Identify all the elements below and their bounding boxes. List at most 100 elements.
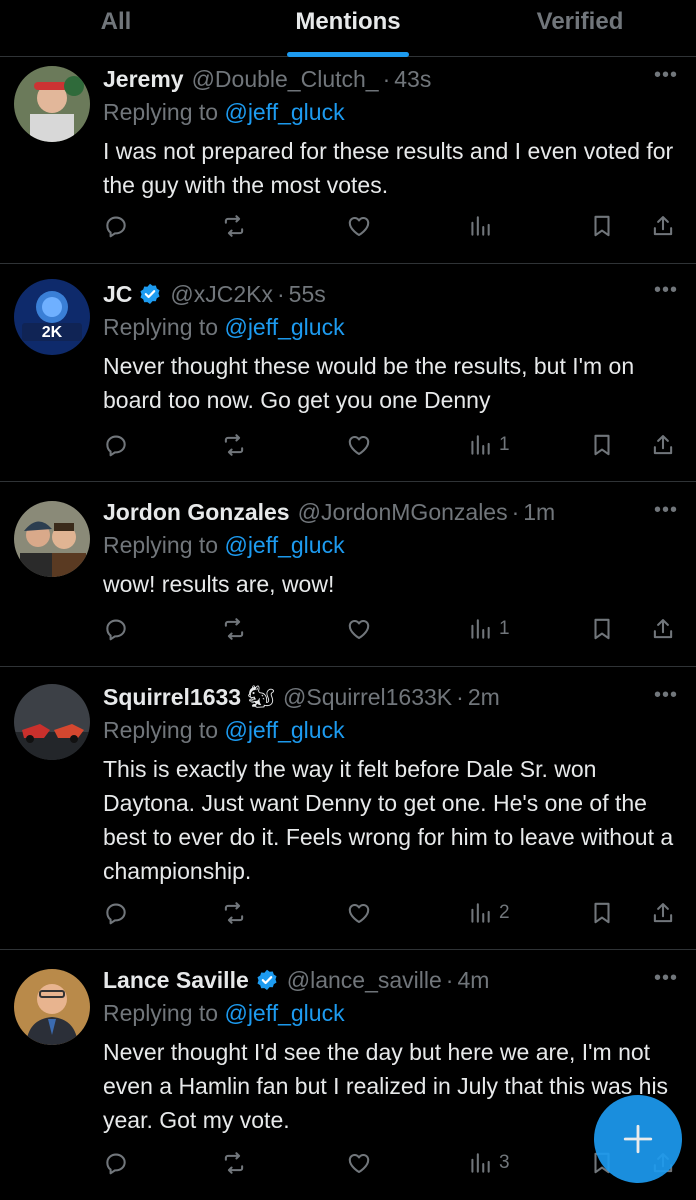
tab-label: Verified — [536, 8, 624, 35]
retweet-icon — [221, 616, 247, 642]
bookmark-button[interactable] — [589, 900, 615, 926]
reply-icon — [103, 432, 129, 458]
author-handle[interactable]: @JordonMGonzales — [298, 497, 508, 527]
views-icon — [467, 900, 493, 926]
tweet-item[interactable]: 2K JC @xJC2Kx · 55s Replying to @jeff_gl… — [0, 265, 696, 482]
retweet-button[interactable] — [221, 432, 247, 458]
like-button[interactable] — [346, 616, 372, 642]
tab-all[interactable]: All — [0, 0, 232, 56]
author-name[interactable]: JC — [103, 279, 132, 309]
heart-icon — [346, 213, 372, 239]
timestamp[interactable]: 1m — [523, 497, 555, 527]
avatar[interactable] — [14, 684, 90, 760]
more-options-icon[interactable]: ••• — [654, 684, 678, 707]
reply-prefix: Replying to — [103, 99, 219, 125]
like-button[interactable] — [346, 432, 372, 458]
share-button[interactable] — [650, 432, 676, 458]
tweet-header: JC @xJC2Kx · 55s — [103, 279, 676, 309]
retweet-button[interactable] — [221, 213, 247, 239]
separator-dot: · — [445, 967, 454, 993]
bookmark-button[interactable] — [589, 432, 615, 458]
timestamp[interactable]: 43s — [394, 64, 431, 94]
author-name[interactable]: Lance Saville — [103, 965, 249, 995]
timestamp[interactable]: 55s — [289, 279, 326, 309]
bookmark-icon — [589, 432, 615, 458]
tweet-item[interactable]: Squirrel1633 🐿 @Squirrel1633K · 2m Reply… — [0, 668, 696, 950]
author-name[interactable]: Jeremy — [103, 64, 184, 94]
active-tab-indicator — [287, 52, 409, 57]
views-button[interactable]: 1 — [467, 432, 510, 458]
timestamp[interactable]: 2m — [468, 682, 500, 712]
author-handle[interactable]: @Double_Clutch_ — [192, 64, 379, 94]
tweet-header: Jeremy @Double_Clutch_ · 43s — [103, 64, 676, 94]
author-handle[interactable]: @xJC2Kx — [170, 279, 273, 309]
reply-button[interactable] — [103, 900, 129, 926]
reply-button[interactable] — [103, 616, 129, 642]
like-button[interactable] — [346, 1150, 372, 1176]
views-button[interactable]: 1 — [467, 616, 510, 642]
bookmark-button[interactable] — [589, 616, 615, 642]
mention-link[interactable]: @jeff_gluck — [224, 99, 344, 125]
mention-link[interactable]: @jeff_gluck — [224, 717, 344, 743]
more-options-icon[interactable]: ••• — [654, 279, 678, 302]
tweet-text: Never thought I'd see the day but here w… — [103, 1039, 669, 1133]
author-name[interactable]: Jordon Gonzales — [103, 497, 290, 527]
views-button[interactable]: 3 — [467, 1150, 510, 1176]
more-options-icon[interactable]: ••• — [654, 499, 678, 522]
author-handle[interactable]: @lance_saville — [287, 965, 442, 995]
avatar[interactable] — [14, 66, 90, 142]
retweet-button[interactable] — [221, 616, 247, 642]
author-handle[interactable]: @Squirrel1633K — [283, 682, 452, 712]
more-options-icon[interactable]: ••• — [654, 64, 678, 87]
tweet-item[interactable]: Jordon Gonzales @JordonMGonzales · 1m Re… — [0, 483, 696, 667]
reply-context: Replying to @jeff_gluck — [103, 714, 676, 746]
mention-link[interactable]: @jeff_gluck — [224, 532, 344, 558]
views-count: 2 — [499, 902, 510, 923]
reply-prefix: Replying to — [103, 1000, 219, 1026]
tab-verified[interactable]: Verified — [464, 0, 696, 56]
bookmark-icon — [589, 616, 615, 642]
reply-button[interactable] — [103, 432, 129, 458]
mention-link[interactable]: @jeff_gluck — [224, 1000, 344, 1026]
avatar[interactable] — [14, 969, 90, 1045]
share-button[interactable] — [650, 900, 676, 926]
mention-link[interactable]: @jeff_gluck — [224, 314, 344, 340]
retweet-button[interactable] — [221, 900, 247, 926]
tweet-item[interactable]: Lance Saville @lance_saville · 4m Replyi… — [0, 951, 696, 1200]
share-icon — [650, 213, 676, 239]
tweet-header: Jordon Gonzales @JordonMGonzales · 1m — [103, 497, 676, 527]
verified-badge-icon — [138, 282, 162, 306]
views-button[interactable] — [467, 213, 499, 239]
views-button[interactable]: 2 — [467, 900, 510, 926]
reply-context: Replying to @jeff_gluck — [103, 311, 676, 343]
tab-label: All — [100, 8, 132, 35]
avatar[interactable]: 2K — [14, 279, 90, 355]
share-button[interactable] — [650, 213, 676, 239]
heart-icon — [346, 432, 372, 458]
reply-icon — [103, 900, 129, 926]
squirrel-emoji-icon: 🐿 — [247, 684, 276, 709]
like-button[interactable] — [346, 900, 372, 926]
more-options-icon[interactable]: ••• — [654, 967, 678, 990]
like-button[interactable] — [346, 213, 372, 239]
reply-prefix: Replying to — [103, 532, 219, 558]
reply-button[interactable] — [103, 213, 129, 239]
retweet-button[interactable] — [221, 1150, 247, 1176]
retweet-icon — [221, 432, 247, 458]
tab-mentions[interactable]: Mentions — [232, 0, 464, 57]
tweet-item[interactable]: Jeremy @Double_Clutch_ · 43s Replying to… — [0, 58, 696, 264]
compose-button[interactable] — [594, 1095, 682, 1183]
share-button[interactable] — [650, 616, 676, 642]
views-count: 1 — [499, 618, 510, 639]
share-icon — [650, 432, 676, 458]
heart-icon — [346, 616, 372, 642]
reply-button[interactable] — [103, 1150, 129, 1176]
bookmark-button[interactable] — [589, 213, 615, 239]
tweet-actions — [103, 213, 678, 245]
views-icon — [467, 432, 493, 458]
timestamp[interactable]: 4m — [457, 965, 489, 995]
avatar[interactable] — [14, 501, 90, 577]
retweet-icon — [221, 1150, 247, 1176]
author-name[interactable]: Squirrel1633 — [103, 682, 241, 712]
tweet-actions: 3 — [103, 1150, 678, 1182]
